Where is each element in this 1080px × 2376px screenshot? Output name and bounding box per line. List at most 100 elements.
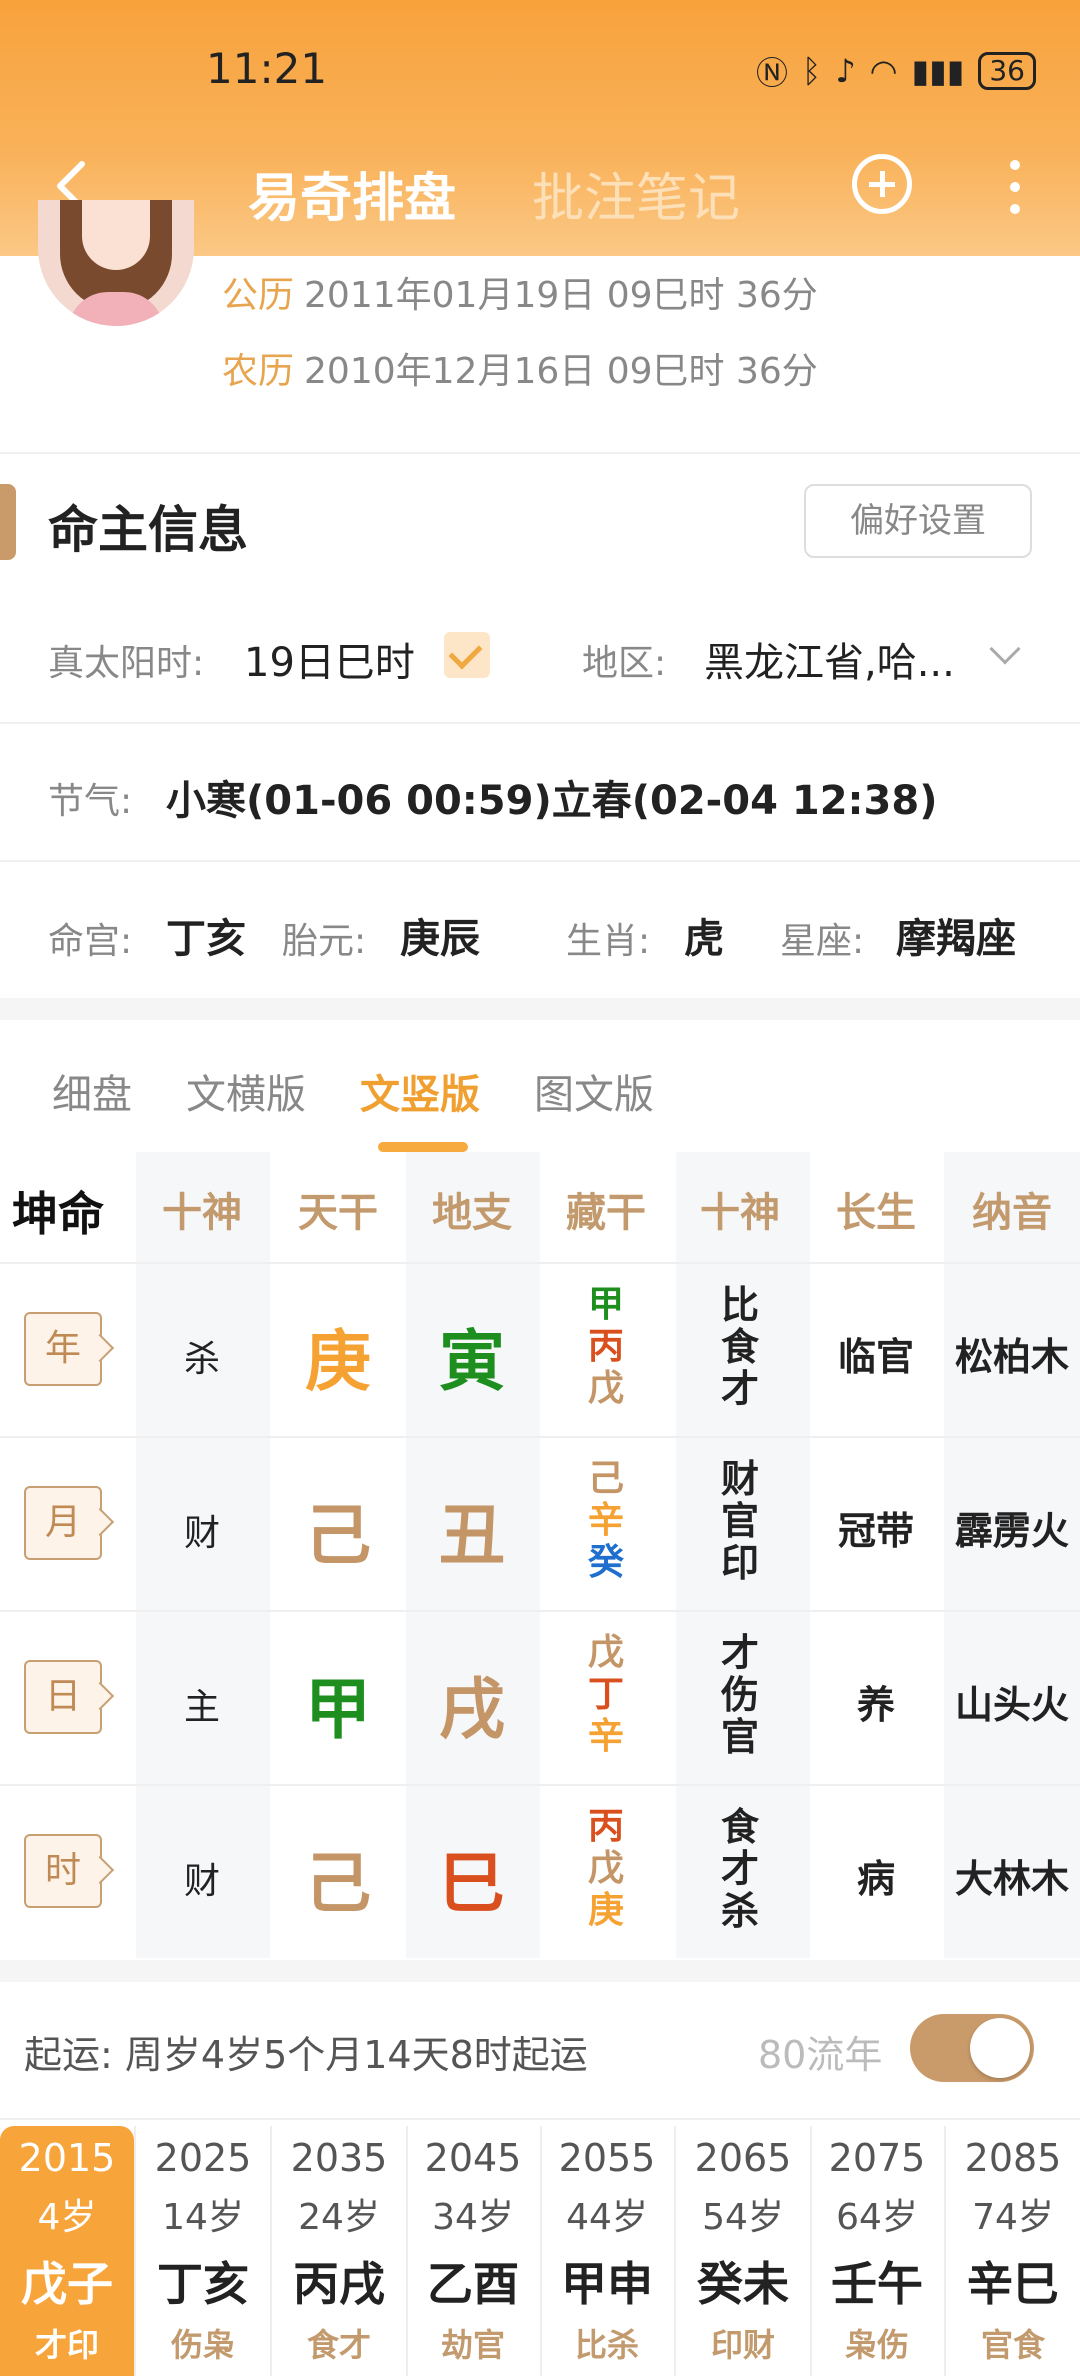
table-cell-zhi: 丑 — [439, 1497, 505, 1574]
wifi-icon: ◠ — [869, 52, 898, 90]
status-icons: Ⓝ ᛒ ♪ ◠ ▮▮▮ 36 — [756, 48, 1036, 94]
active-tab-indicator — [378, 1142, 468, 1152]
header-shishen-2: 十神 — [700, 1190, 780, 1236]
section-gap — [0, 1960, 1080, 1982]
table-cell-changsheng: 养 — [856, 1683, 895, 1727]
luck-decade-item[interactable]: 2085 74岁 辛巳 官食 — [946, 2126, 1080, 2376]
table-cell-cangshen: 财官印 — [720, 1457, 759, 1585]
table-cell-cangshen: 才伤官 — [720, 1631, 759, 1759]
preference-settings-button[interactable]: 偏好设置 — [804, 484, 1032, 558]
luck-decade-item[interactable]: 2035 24岁 丙戌 食才 — [272, 2126, 406, 2376]
table-cell-gan: 己 — [305, 1497, 371, 1574]
avatar — [38, 200, 194, 326]
solar-time-label: 真太阳时: — [48, 643, 205, 684]
table-cell-shishen: 财 — [183, 1513, 220, 1554]
table-cell-shishen: 杀 — [183, 1339, 220, 1380]
tab-wenshu[interactable]: 文竖版 — [360, 1062, 480, 1120]
table-cell-shishen: 财 — [183, 1861, 220, 1902]
region-label: 地区: — [582, 643, 667, 684]
jieqi-label: 节气: — [48, 781, 133, 822]
gongli-label: 公历 — [222, 275, 295, 316]
section-gap — [0, 998, 1080, 1020]
luck-start-row: 起运: 周岁4岁5个月14天8时起运 — [24, 2024, 588, 2079]
luck-decade-item[interactable]: 2025 14岁 丁亥 伤枭 — [136, 2126, 270, 2376]
nongli-value: 2010年12月16日 09巳时 36分 — [304, 351, 818, 392]
header-canggan: 藏干 — [566, 1190, 646, 1236]
tab-tuwen[interactable]: 图文版 — [534, 1062, 654, 1120]
minggong-label: 命宫: — [48, 921, 133, 962]
solar-time-checkbox[interactable] — [444, 632, 490, 678]
divider — [0, 722, 1080, 724]
nongli-label: 农历 — [222, 351, 295, 392]
bluetooth-icon: ᛒ — [801, 52, 822, 90]
flow-years-toggle[interactable] — [910, 2014, 1034, 2082]
table-cell-gan: 甲 — [305, 1671, 371, 1748]
minggong-value: 丁亥 — [166, 916, 246, 962]
taiyuan-label: 胎元: — [282, 921, 367, 962]
mute-icon: ♪ — [835, 52, 856, 90]
table-cell-zhi: 戌 — [439, 1671, 505, 1748]
jieqi-value: 小寒(01-06 00:59)立春(02-04 12:38) — [166, 778, 938, 824]
luck-decade-item[interactable]: 2015 4岁 戊子 才印 — [0, 2126, 134, 2376]
table-cell-canggan: 戊 丁 辛 — [587, 1632, 624, 1757]
table-cell-canggan: 己 辛 癸 — [587, 1458, 624, 1583]
pillar-month-tag[interactable]: 月 — [24, 1486, 102, 1560]
section-title: 命主信息 — [48, 501, 248, 559]
table-cell-shishen: 主 — [183, 1687, 220, 1728]
table-cell-nayin: 松柏木 — [954, 1335, 1069, 1379]
luck-decade-item[interactable]: 2075 64岁 壬午 枭伤 — [810, 2126, 944, 2376]
nongli-date-row: 农历 2010年12月16日 09巳时 36分 — [222, 342, 818, 394]
battery-icon: 36 — [978, 52, 1036, 90]
shengxiao-value: 虎 — [684, 916, 724, 962]
nfc-icon: Ⓝ — [755, 54, 788, 92]
table-cell-nayin: 大林木 — [954, 1857, 1069, 1901]
table-cell-canggan: 丙 戊 庚 — [587, 1806, 624, 1931]
table-cell-cangshen: 比食才 — [720, 1283, 759, 1411]
divider — [0, 452, 1080, 454]
tab-annotation-notes[interactable]: 批注笔记 — [532, 156, 740, 231]
divider — [0, 860, 1080, 862]
table-cell-gan: 庚 — [305, 1323, 371, 1400]
table-cell-nayin: 霹雳火 — [954, 1509, 1069, 1553]
gender-fate-label: 坤命 — [12, 1187, 104, 1241]
tab-wenheng[interactable]: 文横版 — [186, 1062, 306, 1120]
divider — [0, 2118, 1080, 2120]
status-bar: 11:21 Ⓝ ᛒ ♪ ◠ ▮▮▮ 36 — [0, 0, 1080, 130]
header-changsheng: 长生 — [836, 1190, 916, 1236]
region-select[interactable]: 黑龙江省,哈... — [704, 630, 955, 688]
tab-yiqi-paipan[interactable]: 易奇排盘 — [248, 156, 456, 231]
luck-decade-item[interactable]: 2045 34岁 乙酉 劫官 — [406, 2126, 540, 2376]
solar-time-value: 19日巳时 — [244, 640, 415, 686]
pillar-hour-tag[interactable]: 时 — [24, 1834, 102, 1908]
table-cell-changsheng: 冠带 — [837, 1509, 914, 1553]
xingzuo-value: 摩羯座 — [896, 916, 1016, 962]
table-cell-nayin: 山头火 — [954, 1683, 1069, 1727]
header-nayin: 纳音 — [972, 1190, 1052, 1236]
table-cell-changsheng: 临官 — [837, 1335, 914, 1379]
pillar-day-tag[interactable]: 日 — [24, 1660, 102, 1734]
shengxiao-label: 生肖: — [566, 921, 651, 962]
table-cell-cangshen: 食才杀 — [720, 1805, 759, 1933]
header-tiangan: 天干 — [298, 1190, 378, 1236]
header-dizhi: 地支 — [432, 1190, 512, 1236]
luck-decade-item[interactable]: 2055 44岁 甲申 比杀 — [540, 2126, 674, 2376]
status-time: 11:21 — [206, 44, 328, 93]
luck-start-value: 周岁4岁5个月14天8时起运 — [124, 2033, 588, 2077]
gongli-value: 2011年01月19日 09巳时 36分 — [304, 275, 818, 316]
flow-years-label: 80流年 — [758, 2033, 883, 2077]
chevron-down-icon[interactable] — [989, 633, 1021, 665]
luck-decade-item[interactable]: 2065 54岁 癸未 印财 — [676, 2126, 810, 2376]
table-cell-canggan: 甲 丙 戊 — [587, 1284, 624, 1409]
header-shishen: 十神 — [162, 1190, 242, 1236]
table-cell-gan: 己 — [305, 1845, 371, 1922]
table-cell-zhi: 寅 — [439, 1323, 505, 1400]
add-circle-icon[interactable] — [852, 154, 912, 214]
section-accent — [0, 484, 16, 560]
xingzuo-label: 星座: — [780, 921, 865, 962]
pillar-year-tag[interactable]: 年 — [24, 1312, 102, 1386]
more-vertical-icon[interactable] — [1010, 160, 1022, 216]
tab-xipan[interactable]: 细盘 — [52, 1062, 132, 1120]
gongli-date-row: 公历 2011年01月19日 09巳时 36分 — [222, 266, 818, 318]
luck-start-label: 起运: — [24, 2033, 113, 2077]
table-cell-changsheng: 病 — [856, 1857, 895, 1901]
